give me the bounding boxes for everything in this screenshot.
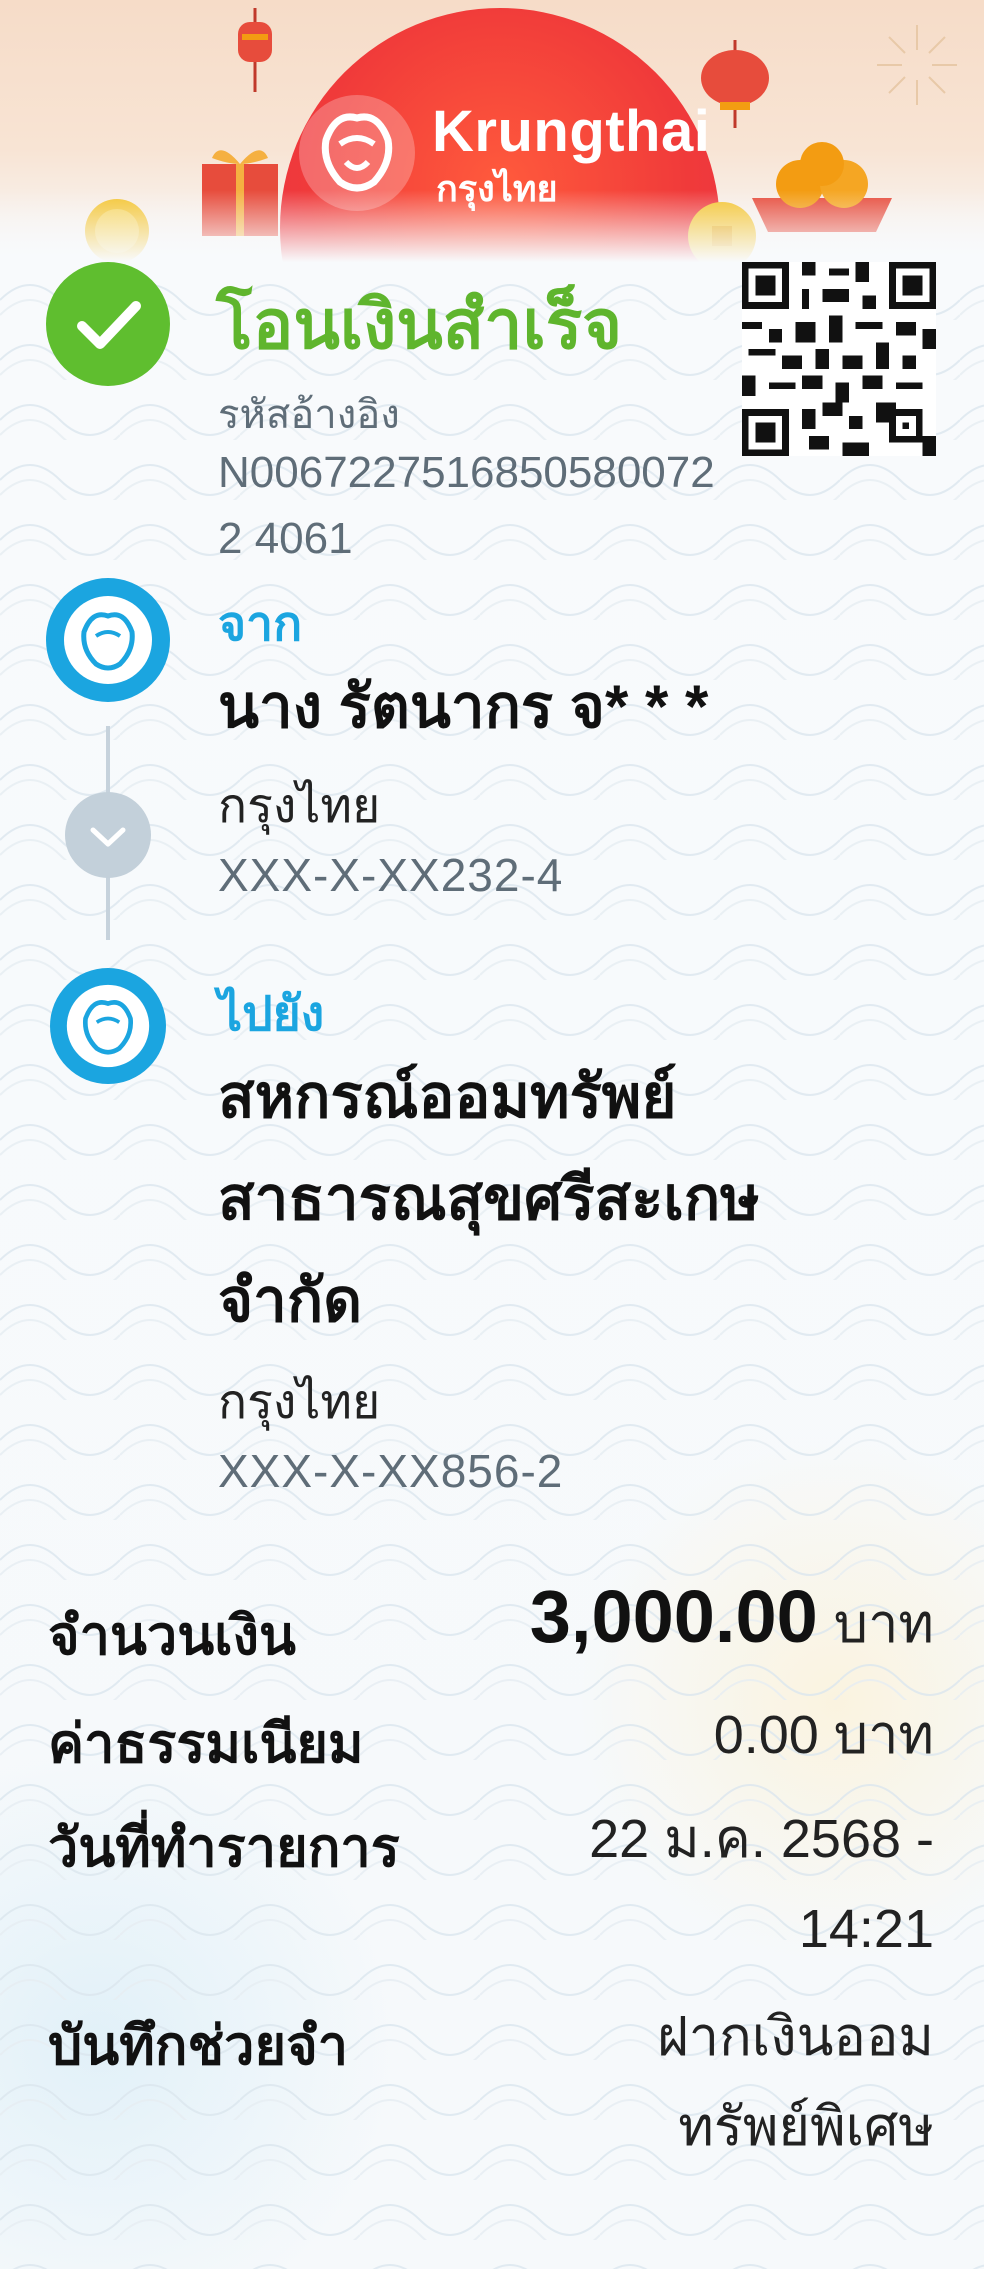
receiver-name-line2: สาธารณสุขศรีสะเกษ <box>218 1165 760 1232</box>
receiver-name-line3: จำกัด <box>218 1267 363 1334</box>
receiver-account: XXX-X-XX856-2 <box>218 1445 564 1497</box>
success-badge <box>46 262 170 386</box>
check-icon <box>77 301 141 349</box>
sender-name: นาง รัตนากร จ* * * <box>218 673 709 740</box>
lantern-icon <box>238 8 272 92</box>
memo-label: บันทึกช่วยจำ <box>48 2016 349 2076</box>
date-value-line1: 22 ม.ค. 2568 - <box>589 1809 934 1869</box>
qr-code[interactable] <box>742 262 936 456</box>
reference-number: N00672275168505800722 4061 <box>218 448 715 563</box>
from-label: จาก <box>218 598 303 651</box>
amount-unit: บาท <box>833 1594 934 1654</box>
amount-value: 3,000.00 บาท <box>530 1572 934 1669</box>
sender-account: XXX-X-XX232-4 <box>218 849 564 901</box>
receiver-name-line1: สหกรณ์ออมทรัพย์ <box>218 1063 677 1130</box>
firework-icon <box>877 25 957 105</box>
transfer-slip: Krungthai กรุงไทย โอนเงินสำเร็จ รหัสอ้าง… <box>0 0 984 2269</box>
header-banner: Krungthai กรุงไทย <box>0 0 984 270</box>
sender-bank-avatar <box>46 578 170 702</box>
transfer-direction <box>65 792 151 878</box>
sender-bank: กรุงไทย <box>218 780 381 833</box>
memo-value-line2: ทรัพย์พิเศษ <box>678 2097 934 2157</box>
fee-value: 0.00 บาท <box>713 1705 934 1765</box>
date-label: วันที่ทำรายการ <box>48 1818 400 1878</box>
fee-label: ค่าธรรมเนียม <box>48 1714 364 1774</box>
receiver-bank: กรุงไทย <box>218 1376 381 1429</box>
chevron-down-icon <box>90 827 126 847</box>
status-title: โอนเงินสำเร็จ <box>216 287 623 363</box>
to-label: ไปยัง <box>218 988 325 1041</box>
reference-label: รหัสอ้างอิง <box>218 393 400 437</box>
amount-number: 3,000.00 <box>529 1575 818 1658</box>
krungthai-logo-icon <box>64 596 152 684</box>
date-value-line2: 14:21 <box>798 1899 934 1959</box>
brand-name-en: Krungthai <box>432 99 711 164</box>
krungthai-logo-icon <box>66 984 150 1068</box>
receiver-bank-avatar <box>50 968 166 1084</box>
amount-label: จำนวนเงิน <box>48 1606 296 1666</box>
memo-value-line1: ฝากเงินออม <box>657 2007 934 2067</box>
